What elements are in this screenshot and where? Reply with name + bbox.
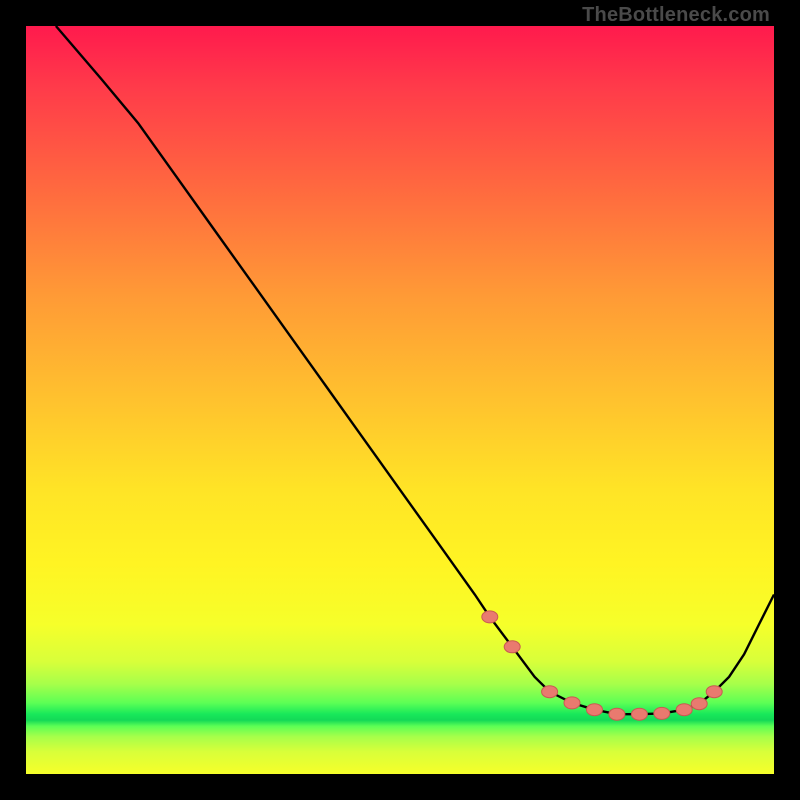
chart-overlay xyxy=(26,26,774,774)
data-marker xyxy=(676,704,692,716)
watermark-text: TheBottleneck.com xyxy=(582,4,770,27)
data-marker xyxy=(587,704,603,716)
data-marker xyxy=(504,641,520,653)
data-marker xyxy=(691,698,707,710)
data-marker xyxy=(654,707,670,719)
data-marker xyxy=(609,708,625,720)
data-marker xyxy=(542,686,558,698)
data-marker xyxy=(631,708,647,720)
data-marker xyxy=(706,686,722,698)
data-marker xyxy=(564,697,580,709)
data-marker xyxy=(482,611,498,623)
bottleneck-curve xyxy=(56,26,774,714)
marker-group xyxy=(482,611,722,720)
chart-stage: TheBottleneck.com xyxy=(0,0,800,800)
plot-area xyxy=(26,26,774,774)
